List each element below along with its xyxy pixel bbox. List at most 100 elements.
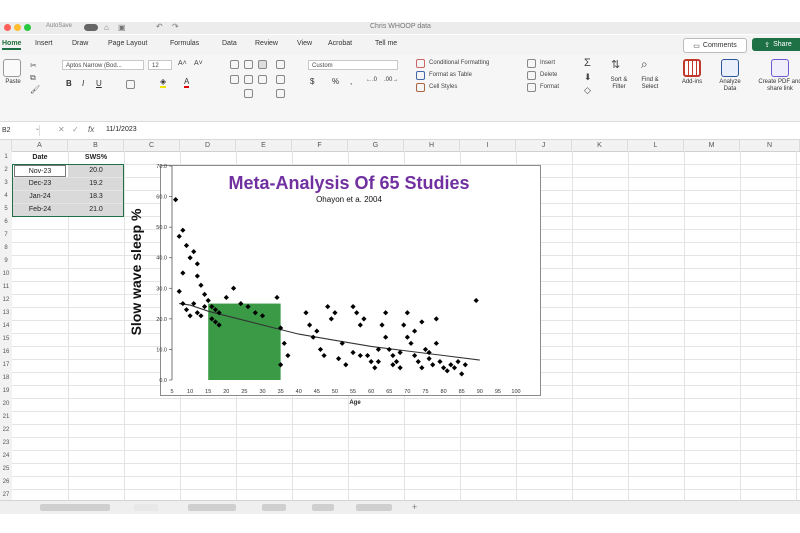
- row-header[interactable]: 23: [0, 437, 12, 450]
- autosave-toggle[interactable]: [84, 24, 98, 31]
- column-header[interactable]: J: [516, 140, 572, 151]
- column-header[interactable]: E: [236, 140, 292, 151]
- format-cells-button[interactable]: Format: [540, 84, 559, 90]
- tab-data[interactable]: Data: [222, 40, 237, 47]
- cancel-icon[interactable]: ✕: [58, 125, 65, 134]
- cell-styles-icon[interactable]: [416, 83, 425, 92]
- tab-draw[interactable]: Draw: [72, 40, 88, 47]
- orientation-icon[interactable]: [276, 60, 285, 69]
- currency-icon[interactable]: $: [310, 77, 314, 86]
- row-header[interactable]: 9: [0, 255, 12, 268]
- sort-filter-button[interactable]: Sort & Filter: [605, 77, 633, 91]
- sheet-tab[interactable]: [188, 504, 236, 511]
- table-row-value[interactable]: 19.2: [68, 178, 124, 190]
- tab-view[interactable]: View: [297, 40, 312, 47]
- align-center-icon[interactable]: [244, 75, 253, 84]
- create-pdf-button[interactable]: Create PDF and share link: [758, 79, 800, 93]
- table-row-date[interactable]: Feb-24: [12, 204, 68, 216]
- decrease-decimal-icon[interactable]: .00→: [384, 77, 398, 83]
- row-header[interactable]: 7: [0, 229, 12, 242]
- name-box-dropdown-icon[interactable]: ⌄: [35, 125, 40, 132]
- column-header[interactable]: C: [124, 140, 180, 151]
- row-header[interactable]: 1: [0, 151, 12, 164]
- row-header[interactable]: 5: [0, 203, 12, 216]
- copy-icon[interactable]: ⧉: [30, 73, 36, 83]
- cell-styles-button[interactable]: Cell Styles: [429, 84, 457, 90]
- row-header[interactable]: 24: [0, 450, 12, 463]
- column-header[interactable]: B: [68, 140, 124, 151]
- column-header[interactable]: M: [684, 140, 740, 151]
- format-painter-icon[interactable]: 🖌: [30, 85, 40, 94]
- row-header[interactable]: 6: [0, 216, 12, 229]
- clear-icon[interactable]: ◇: [584, 85, 591, 96]
- table-row-date[interactable]: Nov-23: [14, 165, 66, 177]
- add-ins-button[interactable]: Add-ins: [676, 79, 708, 86]
- column-header[interactable]: L: [628, 140, 684, 151]
- row-header[interactable]: 2: [0, 164, 12, 177]
- share-button[interactable]: ⇪ Share: [752, 38, 800, 51]
- comments-button[interactable]: ▭ Comments: [683, 38, 747, 53]
- find-select-button[interactable]: Find & Select: [636, 77, 664, 91]
- create-pdf-icon[interactable]: [771, 59, 789, 77]
- row-header[interactable]: 16: [0, 346, 12, 359]
- row-header[interactable]: 13: [0, 307, 12, 320]
- name-box[interactable]: B2: [0, 125, 40, 136]
- row-header[interactable]: 11: [0, 281, 12, 294]
- format-as-table-button[interactable]: Format as Table: [429, 72, 472, 78]
- row-header[interactable]: 4: [0, 190, 12, 203]
- font-color-icon[interactable]: A: [184, 77, 190, 88]
- column-header[interactable]: G: [348, 140, 404, 151]
- column-header[interactable]: N: [740, 140, 800, 151]
- number-format-select[interactable]: Custom: [308, 60, 398, 70]
- format-cells-icon[interactable]: [527, 83, 536, 92]
- delete-cells-icon[interactable]: [527, 71, 536, 80]
- enter-icon[interactable]: ✓: [72, 125, 79, 134]
- column-header[interactable]: K: [572, 140, 628, 151]
- font-name-select[interactable]: Aptos Narrow (Bod...: [62, 60, 144, 70]
- bold-icon[interactable]: B: [66, 79, 72, 88]
- conditional-formatting-button[interactable]: Conditional Formatting: [429, 60, 489, 66]
- fill-color-icon[interactable]: ◈: [160, 77, 167, 88]
- row-header[interactable]: 14: [0, 320, 12, 333]
- table-row-date[interactable]: Jan-24: [12, 191, 68, 203]
- table-row-value[interactable]: 20.0: [68, 165, 124, 177]
- undo-icon[interactable]: ↶: [156, 22, 163, 31]
- sheet-tab[interactable]: [262, 504, 286, 511]
- row-header[interactable]: 25: [0, 463, 12, 476]
- redo-icon[interactable]: ↷: [172, 22, 179, 31]
- column-header[interactable]: H: [404, 140, 460, 151]
- column-header[interactable]: I: [460, 140, 516, 151]
- conditional-formatting-icon[interactable]: [416, 59, 425, 68]
- row-header[interactable]: 19: [0, 385, 12, 398]
- sheet-tab[interactable]: [40, 504, 110, 511]
- comma-style-icon[interactable]: ,: [350, 77, 352, 86]
- column-header[interactable]: D: [180, 140, 236, 151]
- italic-icon[interactable]: I: [82, 79, 84, 88]
- underline-icon[interactable]: U: [96, 79, 102, 88]
- row-header[interactable]: 21: [0, 411, 12, 424]
- tab-insert[interactable]: Insert: [35, 40, 53, 47]
- sheet-tab[interactable]: [356, 504, 392, 511]
- row-header[interactable]: 12: [0, 294, 12, 307]
- header-sws[interactable]: SWS%: [68, 152, 124, 164]
- insert-cells-button[interactable]: Insert: [540, 60, 555, 66]
- close-window-icon[interactable]: [4, 24, 11, 31]
- add-ins-icon[interactable]: [683, 59, 701, 77]
- format-as-table-icon[interactable]: [416, 71, 425, 80]
- table-row-value[interactable]: 21.0: [68, 204, 124, 216]
- wrap-text-icon[interactable]: [276, 75, 285, 84]
- tab-review[interactable]: Review: [255, 40, 278, 47]
- header-date[interactable]: Date: [12, 152, 68, 164]
- formula-input[interactable]: 11/1/2023: [106, 126, 137, 133]
- cut-icon[interactable]: ✂: [30, 61, 37, 70]
- home-icon[interactable]: ⌂: [104, 23, 109, 32]
- font-size-select[interactable]: 12: [148, 60, 172, 70]
- tab-acrobat[interactable]: Acrobat: [328, 40, 352, 47]
- tab-page-layout[interactable]: Page Layout: [108, 40, 147, 47]
- align-bottom-icon[interactable]: [258, 60, 267, 69]
- fill-icon[interactable]: ⬇: [584, 72, 592, 83]
- increase-font-icon[interactable]: A˄: [178, 60, 187, 67]
- tab-tell-me[interactable]: Tell me: [375, 40, 397, 47]
- insert-function-icon[interactable]: fx: [88, 125, 94, 134]
- borders-icon[interactable]: [126, 80, 135, 89]
